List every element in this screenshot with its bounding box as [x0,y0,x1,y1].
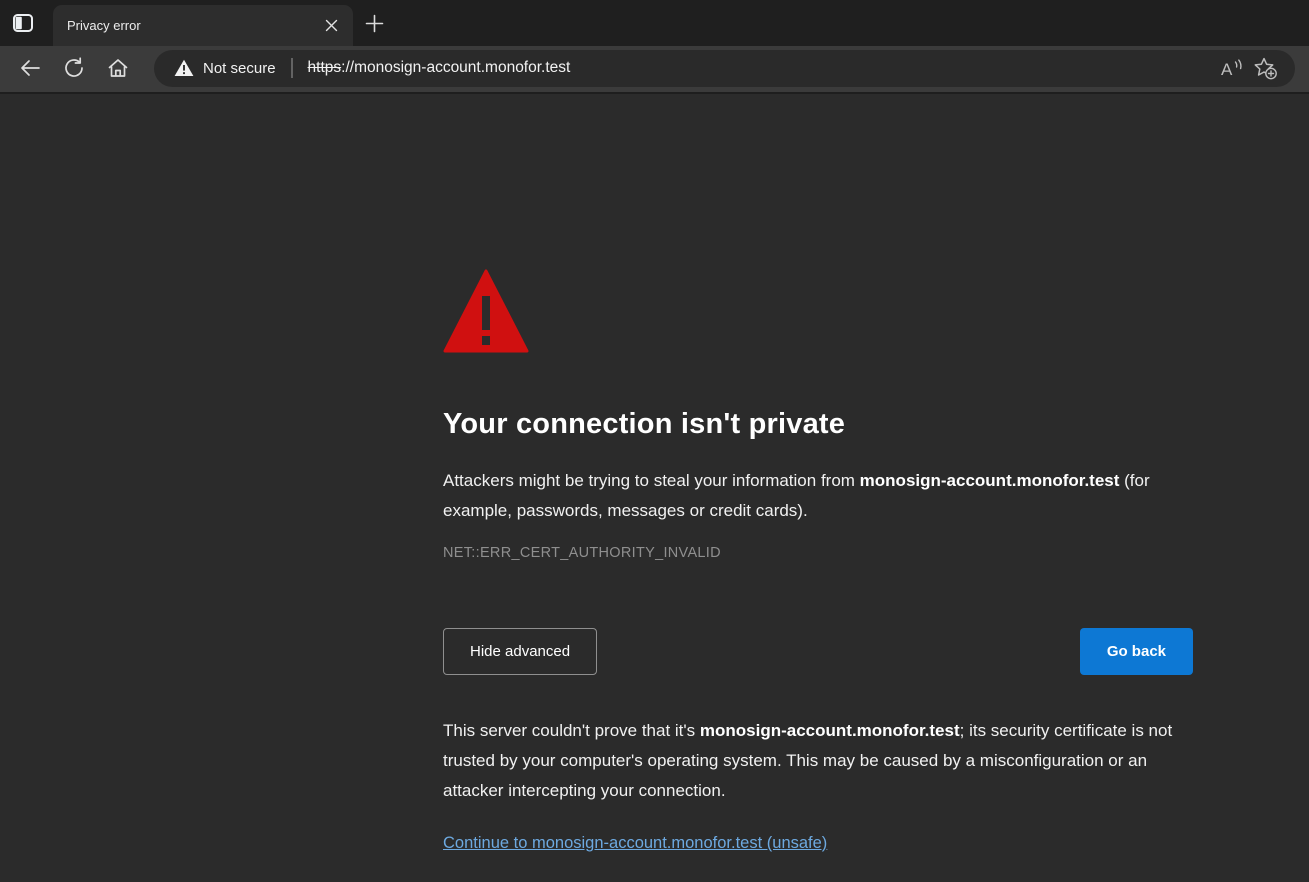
url-text: https://monosign-account.monofor.test [308,59,571,77]
tab-actions-button[interactable] [0,0,46,46]
intro-prefix: Attackers might be trying to steal your … [443,471,860,490]
error-page: Your connection isn't private Attackers … [0,268,1309,853]
warning-triangle-icon [174,59,194,77]
url-rest: ://monosign-account.monofor.test [341,59,570,76]
tab-actions-icon [10,10,36,36]
address-divider [291,58,293,78]
refresh-button[interactable] [52,48,96,88]
add-favorite-button[interactable] [1249,52,1281,84]
page-title: Your connection isn't private [443,408,1193,441]
advanced-domain: monosign-account.monofor.test [700,721,960,740]
warning-triangle-icon [443,268,1193,354]
error-code: NET::ERR_CERT_AUTHORITY_INVALID [443,545,1193,561]
back-arrow-icon [19,57,41,79]
advanced-text: This server couldn't prove that it's mon… [443,716,1193,806]
tab-strip: Privacy error [0,0,1309,46]
favorite-add-icon [1252,56,1278,80]
address-bar[interactable]: Not secure https://monosign-account.mono… [154,50,1295,87]
close-icon [325,19,338,32]
tab-title: Privacy error [67,18,319,33]
navigation-toolbar: Not secure https://monosign-account.mono… [0,46,1309,94]
intro-text: Attackers might be trying to steal your … [443,466,1193,526]
tab-close-button[interactable] [319,14,343,38]
url-scheme: https [308,59,342,76]
svg-text:A: A [1221,60,1233,79]
intro-domain: monosign-account.monofor.test [860,471,1120,490]
home-icon [107,57,129,79]
new-tab-button[interactable] [353,2,395,44]
read-aloud-button[interactable]: A [1217,52,1249,84]
tab-privacy-error[interactable]: Privacy error [53,5,353,46]
go-back-button[interactable]: Go back [1080,628,1193,675]
continue-unsafe-link[interactable]: Continue to monosign-account.monofor.tes… [443,834,827,853]
plus-icon [365,14,384,33]
back-button[interactable] [8,48,52,88]
security-status-label: Not secure [203,60,276,77]
hide-advanced-button[interactable]: Hide advanced [443,628,597,675]
button-row: Hide advanced Go back [443,628,1193,675]
advanced-prefix: This server couldn't prove that it's [443,721,700,740]
refresh-icon [63,57,85,79]
read-aloud-icon: A [1220,57,1246,79]
home-button[interactable] [96,48,140,88]
